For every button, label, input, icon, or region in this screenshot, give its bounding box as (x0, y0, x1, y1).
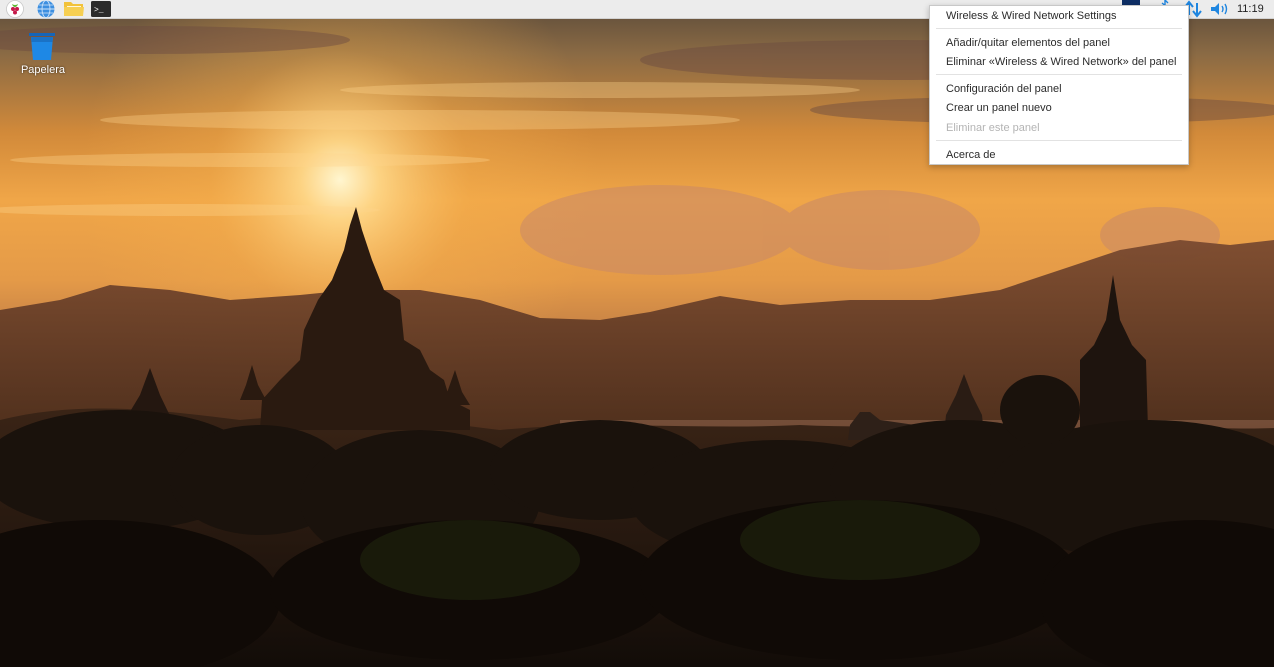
web-browser-launcher[interactable] (35, 0, 57, 18)
panel-context-menu: Wireless & Wired Network Settings Añadir… (929, 5, 1189, 165)
desktop[interactable]: Papelera >_ 11:19 Wireless & Wired Netwo… (0, 0, 1274, 667)
terminal-launcher[interactable]: >_ (90, 0, 112, 18)
raspberry-menu-button[interactable] (4, 0, 26, 18)
volume-icon (1211, 3, 1228, 15)
raspberry-menu-icon (6, 0, 24, 18)
web-browser-icon (37, 0, 55, 18)
tray-volume[interactable] (1209, 0, 1231, 18)
menu-item-about[interactable]: Acerca de (946, 148, 996, 162)
file-manager-icon (64, 2, 84, 16)
trash-icon (29, 33, 55, 60)
svg-text:>_: >_ (94, 6, 104, 15)
desktop-icon-label: Papelera (20, 64, 66, 76)
file-manager-launcher[interactable] (62, 0, 86, 18)
menu-separator (936, 74, 1182, 75)
menu-item-delete-panel: Eliminar este panel (946, 122, 1040, 134)
menu-item-network-settings[interactable]: Wireless & Wired Network Settings (946, 9, 1117, 23)
terminal-icon: >_ (91, 1, 111, 17)
menu-item-panel-settings[interactable]: Configuración del panel (946, 82, 1062, 96)
menu-item-create-new-panel[interactable]: Crear un panel nuevo (946, 101, 1052, 115)
menu-item-add-remove-panel-items[interactable]: Añadir/quitar elementos del panel (946, 36, 1110, 50)
menu-separator (936, 28, 1182, 29)
menu-separator (936, 140, 1182, 141)
clock[interactable]: 11:19 (1237, 1, 1271, 17)
desktop-icon-trash[interactable]: Papelera (14, 28, 72, 82)
menu-item-remove-applet[interactable]: Eliminar «Wireless & Wired Network» del … (946, 55, 1176, 69)
